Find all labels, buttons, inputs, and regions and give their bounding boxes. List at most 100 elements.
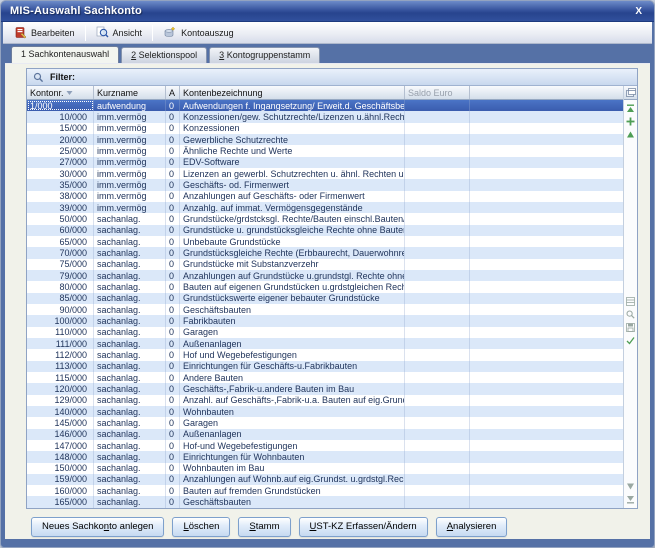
close-button[interactable]: X — [632, 6, 645, 17]
table-row[interactable]: 100/000sachanlag.0Fabrikbauten — [27, 315, 623, 326]
table-row[interactable]: 80/000sachanlag.0Bauten auf eigenen Grun… — [27, 281, 623, 292]
table-row[interactable]: 113/000sachanlag.0Einrichtungen für Gesc… — [27, 361, 623, 372]
table-row[interactable]: 39/000imm.vermög0Anzahlg. auf immat. Ver… — [27, 202, 623, 213]
cell-kurzname: sachanlag. — [94, 496, 166, 507]
check-icon[interactable] — [626, 336, 635, 345]
cell-kontonr: 129/000 — [27, 395, 94, 406]
scroll-down-icon[interactable] — [626, 482, 635, 491]
table-row[interactable]: 30/000imm.vermög0Lizenzen an gewerbl. Sc… — [27, 168, 623, 179]
toolbar-button-bearbeiten[interactable]: Bearbeiten — [7, 23, 82, 42]
cell-filler — [470, 440, 623, 451]
table-row[interactable]: 140/000sachanlag.0Wohnbauten — [27, 406, 623, 417]
table-row[interactable]: 10/000imm.vermög0Konzessionen/gew. Schut… — [27, 111, 623, 122]
header-label: Saldo Euro — [408, 88, 453, 98]
table-row[interactable]: 160/000sachanlag.0Bauten auf fremden Gru… — [27, 485, 623, 496]
cell-a: 0 — [166, 225, 180, 236]
tab-kontogruppenstamm[interactable]: 3 Kontogruppenstamm — [209, 47, 320, 63]
table-row[interactable]: 35/000imm.vermög0Geschäfts- od. Firmenwe… — [27, 179, 623, 190]
header-kontonr[interactable]: Kontonr. — [27, 86, 94, 99]
table-row[interactable]: 85/000sachanlag.0Grundstückswerte eigene… — [27, 293, 623, 304]
ustkz-button[interactable]: UST-KZ Erfassen/Ändern — [299, 517, 428, 537]
scroll-up-icon[interactable] — [626, 130, 635, 139]
table-body: 1/000aufwendung0Aufwendungen f. Ingangse… — [27, 100, 623, 508]
row-add-icon[interactable] — [626, 117, 635, 126]
delete-button[interactable]: Löschen — [172, 517, 230, 537]
table-row[interactable]: 38/000imm.vermög0Anzahlungen auf Geschäf… — [27, 191, 623, 202]
toolbar-button-kontoauszug[interactable]: Kontoauszug — [156, 23, 241, 42]
table-row[interactable]: 70/000sachanlag.0Grundstücksgleiche Rech… — [27, 247, 623, 258]
cell-filler — [470, 247, 623, 258]
scroll-last-icon[interactable] — [626, 495, 635, 504]
table-row[interactable]: 120/000sachanlag.0Geschäfts-,Fabrik-u.an… — [27, 383, 623, 394]
cell-saldo — [405, 225, 470, 236]
cell-kontonr: 80/000 — [27, 281, 94, 292]
table-row[interactable]: 65/000sachanlag.0Unbebaute Grundstücke — [27, 236, 623, 247]
scroll-first-icon[interactable] — [626, 104, 635, 113]
tab-selektionspool[interactable]: 2 Selektionspool — [121, 47, 207, 63]
cell-saldo — [405, 179, 470, 190]
table-row[interactable]: 27/000imm.vermög0EDV-Software — [27, 157, 623, 168]
cell-saldo — [405, 496, 470, 507]
table-row[interactable]: 129/000sachanlag.0Anzahl. auf Geschäfts-… — [27, 395, 623, 406]
tab-label: Selektionspool — [139, 50, 198, 60]
table-row[interactable]: 165/000sachanlag.0Geschäftsbauten — [27, 496, 623, 507]
list-icon[interactable] — [626, 297, 635, 306]
table-row[interactable]: 110/000sachanlag.0Garagen — [27, 327, 623, 338]
table-row[interactable]: 90/000sachanlag.0Geschäftsbauten — [27, 304, 623, 315]
cell-kurzname: aufwendung — [94, 100, 166, 111]
table-row[interactable]: 150/000sachanlag.0Wohnbauten im Bau — [27, 463, 623, 474]
table-row[interactable]: 148/000sachanlag.0Einrichtungen für Wohn… — [27, 451, 623, 462]
cell-kontonr: 100/000 — [27, 315, 94, 326]
table-row[interactable]: 147/000sachanlag.0Hof-und Wegebefestigun… — [27, 440, 623, 451]
cell-kontonr: 145/000 — [27, 417, 94, 428]
analyze-button[interactable]: Analysieren — [436, 517, 508, 537]
cell-a: 0 — [166, 281, 180, 292]
tab-sachkontenauswahl[interactable]: 1 Sachkontenauswahl — [11, 46, 119, 63]
header-a[interactable]: A — [166, 86, 180, 99]
stamm-button[interactable]: Stamm — [238, 517, 290, 537]
cell-kontonr: 20/000 — [27, 134, 94, 145]
cell-kontonr: 159/000 — [27, 474, 94, 485]
search-icon[interactable] — [626, 310, 635, 319]
cell-saldo — [405, 372, 470, 383]
table-row[interactable]: 111/000sachanlag.0Außenanlagen — [27, 338, 623, 349]
table-row[interactable]: 115/000sachanlag.0Andere Bauten — [27, 372, 623, 383]
table-row[interactable]: 79/000sachanlag.0Anzahlungen auf Grundst… — [27, 270, 623, 281]
cell-filler — [470, 145, 623, 156]
cell-kurzname: sachanlag. — [94, 236, 166, 247]
cell-a: 0 — [166, 496, 180, 507]
table-row[interactable]: 1/000aufwendung0Aufwendungen f. Ingangse… — [27, 100, 623, 111]
cell-saldo — [405, 474, 470, 485]
header-saldo-euro[interactable]: Saldo Euro — [405, 86, 470, 99]
table-row[interactable]: 15/000imm.vermög0Konzessionen — [27, 123, 623, 134]
table-row[interactable]: 20/000imm.vermög0Gewerbliche Schutzrecht… — [27, 134, 623, 145]
cell-kurzname: imm.vermög — [94, 191, 166, 202]
toolbar-button-ansicht[interactable]: Ansicht — [89, 23, 150, 42]
cell-filler — [470, 304, 623, 315]
table-row[interactable]: 146/000sachanlag.0Außenanlagen — [27, 429, 623, 440]
table-row[interactable]: 60/000sachanlag.0Grundstücke u. grundstü… — [27, 225, 623, 236]
cell-kontonr: 112/000 — [27, 349, 94, 360]
table-row[interactable]: 25/000imm.vermög0Ähnliche Rechte und Wer… — [27, 145, 623, 156]
cell-bezeichnung: Anzahlg. auf immat. Vermögensgegenstände — [180, 202, 405, 213]
save-icon[interactable] — [626, 323, 635, 332]
cell-kontonr: 120/000 — [27, 383, 94, 394]
cell-filler — [470, 417, 623, 428]
cell-bezeichnung: Gewerbliche Schutzrechte — [180, 134, 405, 145]
cell-filler — [470, 281, 623, 292]
column-chooser-icon[interactable] — [624, 86, 637, 100]
table-row[interactable]: 75/000sachanlag.0Grundstücke mit Substan… — [27, 259, 623, 270]
new-account-button[interactable]: Neues Sachkonto anlegen — [31, 517, 164, 537]
cell-a: 0 — [166, 111, 180, 122]
filter-bar[interactable]: Filter: — [27, 69, 637, 86]
header-kontenbezeichnung[interactable]: Kontenbezeichnung — [180, 86, 405, 99]
cell-bezeichnung: EDV-Software — [180, 157, 405, 168]
table-row[interactable]: 145/000sachanlag.0Garagen — [27, 417, 623, 428]
table-row[interactable]: 159/000sachanlag.0Anzahlungen auf Wohnb.… — [27, 474, 623, 485]
view-icon — [96, 26, 109, 39]
table-row[interactable]: 50/000sachanlag.0Grundstücke/grdstcksgl.… — [27, 213, 623, 224]
header-kurzname[interactable]: Kurzname — [94, 86, 166, 99]
cell-a: 0 — [166, 191, 180, 202]
cell-kurzname: sachanlag. — [94, 361, 166, 372]
table-row[interactable]: 112/000sachanlag.0Hof und Wegebefestigun… — [27, 349, 623, 360]
